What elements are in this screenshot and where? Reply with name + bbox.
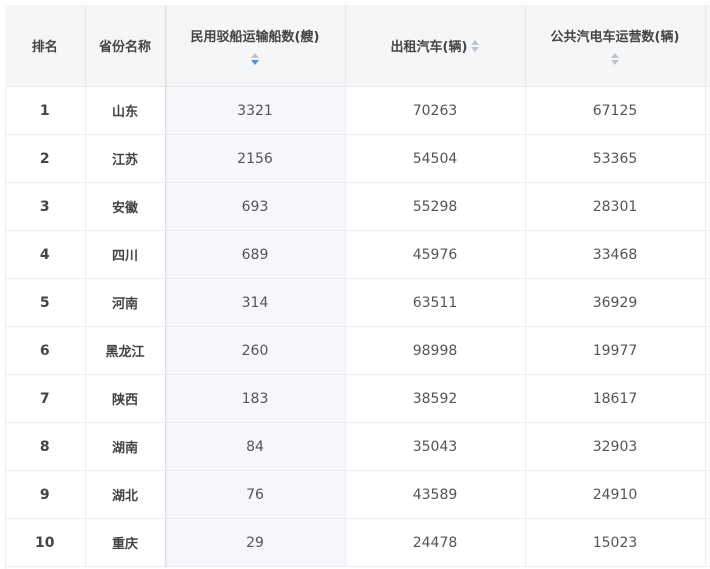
table-row[interactable]: 1 山东 3321 70263 67125 <box>5 86 710 135</box>
cell-overflow-edge <box>705 518 710 567</box>
table-row[interactable]: 4 四川 689 45976 33468 <box>5 230 710 279</box>
sort-ascending-icon[interactable] <box>611 53 619 58</box>
sort-icon[interactable] <box>611 53 619 65</box>
cell-buses: 32903 <box>525 422 706 471</box>
cell-rank: 8 <box>5 422 86 471</box>
cell-buses: 28301 <box>525 182 706 231</box>
cell-province: 重庆 <box>85 518 166 567</box>
cell-buses: 18617 <box>525 374 706 423</box>
header-boats-label: 民用驳船运输船数(艘) <box>190 30 320 45</box>
table-body: 1 山东 3321 70263 67125 2 江苏 2156 54504 53365 3 安徽 693… <box>5 86 710 567</box>
table-row[interactable]: 6 黑龙江 260 98998 19977 <box>5 326 710 375</box>
cell-province: 湖北 <box>85 470 166 519</box>
cell-rank: 2 <box>5 134 86 183</box>
cell-rank: 6 <box>5 326 86 375</box>
cell-taxis: 63511 <box>345 278 526 327</box>
cell-boats: 314 <box>165 278 346 327</box>
cell-rank: 9 <box>5 470 86 519</box>
cell-province: 湖南 <box>85 422 166 471</box>
table-row[interactable]: 10 重庆 29 24478 15023 <box>5 518 710 567</box>
cell-buses: 36929 <box>525 278 706 327</box>
cell-overflow-edge <box>705 326 710 375</box>
sort-ascending-icon[interactable] <box>471 39 480 45</box>
cell-boats: 2156 <box>165 134 346 183</box>
cell-boats: 84 <box>165 422 346 471</box>
cell-buses: 67125 <box>525 86 706 135</box>
cell-buses: 24910 <box>525 470 706 519</box>
table-row[interactable]: 3 安徽 693 55298 28301 <box>5 182 710 231</box>
cell-boats: 29 <box>165 518 346 567</box>
cell-buses: 53365 <box>525 134 706 183</box>
cell-boats: 183 <box>165 374 346 423</box>
cell-overflow-edge <box>705 86 710 135</box>
cell-rank: 5 <box>5 278 86 327</box>
table-row[interactable]: 9 湖北 76 43589 24910 <box>5 470 710 519</box>
cell-overflow-edge <box>705 230 710 279</box>
header-rank: 排名 <box>5 5 86 87</box>
cell-overflow-edge <box>705 278 710 327</box>
cell-taxis: 45976 <box>345 230 526 279</box>
cell-province: 四川 <box>85 230 166 279</box>
cell-overflow-edge <box>705 182 710 231</box>
cell-rank: 7 <box>5 374 86 423</box>
table-row[interactable]: 5 河南 314 63511 36929 <box>5 278 710 327</box>
sort-icon[interactable] <box>251 53 259 65</box>
cell-taxis: 70263 <box>345 86 526 135</box>
data-table: 排名 省份名称 民用驳船运输船数(艘) 出租汽车(辆) 公共汽电车运营数(辆) … <box>5 5 710 567</box>
header-boats[interactable]: 民用驳船运输船数(艘) <box>165 5 346 87</box>
cell-rank: 10 <box>5 518 86 567</box>
header-province-label: 省份名称 <box>98 40 151 55</box>
cell-rank: 1 <box>5 86 86 135</box>
header-province: 省份名称 <box>85 5 166 87</box>
table-row[interactable]: 7 陕西 183 38592 18617 <box>5 374 710 423</box>
cell-province: 安徽 <box>85 182 166 231</box>
header-row: 排名 省份名称 民用驳船运输船数(艘) 出租汽车(辆) 公共汽电车运营数(辆) <box>5 5 710 87</box>
cell-taxis: 24478 <box>345 518 526 567</box>
cell-overflow-edge <box>705 374 710 423</box>
cell-buses: 19977 <box>525 326 706 375</box>
header-taxis[interactable]: 出租汽车(辆) <box>345 5 526 87</box>
cell-boats: 3321 <box>165 86 346 135</box>
table-row[interactable]: 2 江苏 2156 54504 53365 <box>5 134 710 183</box>
header-overflow-edge <box>705 5 710 87</box>
sort-descending-icon[interactable] <box>611 60 619 65</box>
cell-buses: 15023 <box>525 518 706 567</box>
cell-boats: 76 <box>165 470 346 519</box>
sort-descending-icon[interactable] <box>251 60 259 65</box>
cell-province: 河南 <box>85 278 166 327</box>
cell-boats: 693 <box>165 182 346 231</box>
sort-ascending-icon[interactable] <box>251 53 259 58</box>
cell-taxis: 35043 <box>345 422 526 471</box>
header-buses-label: 公共汽电车运营数(辆) <box>550 30 680 45</box>
fixed-column-shadow <box>165 5 168 568</box>
header-buses[interactable]: 公共汽电车运营数(辆) <box>525 5 706 87</box>
header-rank-label: 排名 <box>31 40 58 55</box>
cell-taxis: 38592 <box>345 374 526 423</box>
cell-overflow-edge <box>705 470 710 519</box>
table-row[interactable]: 8 湖南 84 35043 32903 <box>5 422 710 471</box>
table-header: 排名 省份名称 民用驳船运输船数(艘) 出租汽车(辆) 公共汽电车运营数(辆) <box>5 5 710 87</box>
cell-rank: 3 <box>5 182 86 231</box>
cell-province: 黑龙江 <box>85 326 166 375</box>
cell-rank: 4 <box>5 230 86 279</box>
cell-province: 陕西 <box>85 374 166 423</box>
cell-taxis: 98998 <box>345 326 526 375</box>
cell-taxis: 55298 <box>345 182 526 231</box>
cell-overflow-edge <box>705 422 710 471</box>
cell-overflow-edge <box>705 134 710 183</box>
table-container: 排名 省份名称 民用驳船运输船数(艘) 出租汽车(辆) 公共汽电车运营数(辆) … <box>0 0 710 569</box>
table-left-border <box>5 86 6 569</box>
cell-taxis: 43589 <box>345 470 526 519</box>
sort-icon[interactable] <box>471 39 480 52</box>
cell-boats: 689 <box>165 230 346 279</box>
cell-province: 山东 <box>85 86 166 135</box>
header-taxis-label: 出租汽车(辆) <box>390 40 468 55</box>
sort-descending-icon[interactable] <box>471 46 480 52</box>
cell-buses: 33468 <box>525 230 706 279</box>
cell-taxis: 54504 <box>345 134 526 183</box>
cell-boats: 260 <box>165 326 346 375</box>
cell-province: 江苏 <box>85 134 166 183</box>
